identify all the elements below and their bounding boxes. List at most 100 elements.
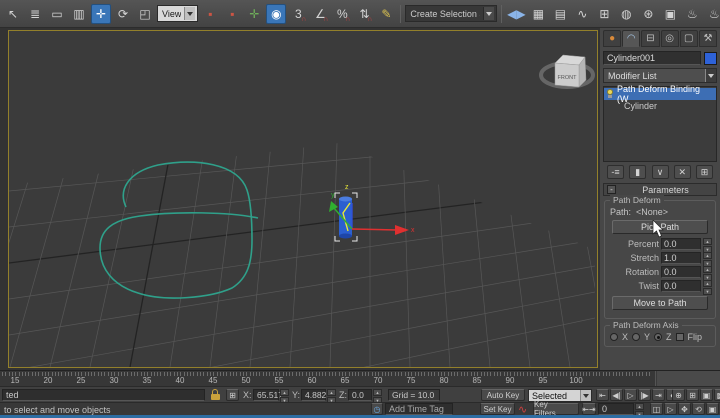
material-editor-button[interactable]: ◍ xyxy=(616,4,636,24)
dropdown-arrow-icon[interactable] xyxy=(705,69,716,82)
perspective-viewport[interactable]: z y x FRONT xyxy=(8,30,598,368)
dropdown-arrow-icon[interactable] xyxy=(184,7,196,20)
configure-modifier-sets-button[interactable]: ⊞ xyxy=(696,165,713,179)
make-unique-button[interactable]: ∨ xyxy=(651,165,669,179)
pin-stack-button[interactable]: -≡ xyxy=(607,165,624,179)
key-step-icon[interactable]: ⇤⇥ xyxy=(582,403,596,415)
render-iterative-button[interactable]: ♨ xyxy=(704,4,720,24)
rendered-frame-window-button[interactable]: ▣ xyxy=(660,4,680,24)
zoom-extents-button[interactable]: ▣ xyxy=(700,389,713,401)
select-and-move-button[interactable]: ✛ xyxy=(91,3,111,24)
schematic-view-button[interactable]: ⊞ xyxy=(594,4,614,24)
pick-path-button[interactable]: Pick Path xyxy=(612,220,708,234)
window-crossing-toggle-button[interactable]: ▥ xyxy=(69,4,89,24)
dropdown-arrow-icon[interactable] xyxy=(580,390,591,401)
render-production-button[interactable]: ♨ xyxy=(682,4,702,24)
orbit-button[interactable]: ⟲ xyxy=(692,403,705,415)
visibility-bulb-icon[interactable] xyxy=(606,89,614,99)
use-pivot-point-center-button[interactable]: ▪ xyxy=(200,4,220,24)
tab-create-button[interactable]: ● xyxy=(603,30,622,47)
tab-motion-button[interactable]: ◎ xyxy=(660,30,679,47)
coord-z-field[interactable]: 0.0 xyxy=(348,389,372,401)
object-name-field[interactable]: Cylinder001 xyxy=(603,51,701,65)
coord-x-spinner[interactable]: ▲ ▼ xyxy=(280,389,289,404)
snap-3d-button[interactable]: 3 ∩ xyxy=(288,4,308,24)
flip-checkbox[interactable] xyxy=(675,333,684,341)
coord-z-spinner[interactable]: ▲ ▼ xyxy=(373,389,382,404)
selection-region-button[interactable]: ▭ xyxy=(47,4,67,24)
twist-field[interactable]: 0.0 xyxy=(661,280,701,292)
add-time-tag-field[interactable]: Add Time Tag xyxy=(385,403,453,415)
tab-hierarchy-button[interactable]: ⊟ xyxy=(641,30,660,47)
current-frame-field[interactable]: 0 xyxy=(598,403,634,415)
angle-snap-toggle-button[interactable]: ∠ ∩ xyxy=(310,4,330,24)
key-filters-button[interactable]: Key Filters... xyxy=(533,400,579,418)
tab-display-button[interactable]: ▢ xyxy=(679,30,698,47)
dropdown-arrow-icon[interactable] xyxy=(483,7,495,20)
mirror-button[interactable]: ◀▶ xyxy=(506,4,526,24)
frame-spinner[interactable]: ▲▼ xyxy=(635,403,644,418)
axis-x-radio[interactable] xyxy=(610,333,618,341)
viewport-canvas[interactable]: z y x FRONT xyxy=(9,31,597,367)
field-of-view-button[interactable]: ▷ xyxy=(664,403,677,415)
modifier-list-dropdown[interactable]: Modifier List xyxy=(603,68,717,83)
absolute-offset-toggle[interactable]: ⊞ xyxy=(226,389,239,401)
stretch-spin-buttons[interactable]: ▲ ▼ xyxy=(703,252,712,267)
timeline-ruler[interactable]: 15 20 25 30 35 40 45 50 55 60 65 70 75 80 85 90 95 100 xyxy=(0,371,656,387)
path-spline[interactable] xyxy=(99,161,259,299)
pan-view-button[interactable]: ✥ xyxy=(678,403,691,415)
zoom-all-button[interactable]: ⊞ xyxy=(686,389,699,401)
go-to-start-button[interactable]: ⇤ xyxy=(596,389,609,401)
percent-field[interactable]: 0.0 xyxy=(661,238,701,250)
snaps-toggle-3d-button[interactable]: ◉ xyxy=(266,3,287,24)
show-end-result-button[interactable]: ▮ xyxy=(629,165,647,179)
selection-lock-icon[interactable] xyxy=(211,389,221,401)
select-and-manipulate-button[interactable]: ✛ xyxy=(244,4,264,24)
auto-key-button[interactable]: Auto Key xyxy=(481,389,525,401)
next-frame-button[interactable]: |▶ xyxy=(638,389,651,401)
coord-y-field[interactable]: 4.882 xyxy=(301,389,326,401)
named-selection-set-dropdown[interactable]: Create Selection Se xyxy=(405,5,498,22)
twist-spin-buttons[interactable]: ▲ ▼ xyxy=(703,280,712,295)
viewcube[interactable]: FRONT xyxy=(539,54,595,89)
main-area: z y x FRONT ● ◠ ⊟ ◎ ▢ ⚒ Cylinder001 Modifier xyxy=(0,28,720,370)
coord-x-field[interactable]: 65.517 xyxy=(253,389,283,401)
edit-named-selection-sets-button[interactable]: ✎ xyxy=(376,4,396,24)
select-by-name-button[interactable]: ≣ xyxy=(25,4,45,24)
percent-spin-buttons[interactable]: ▲ ▼ xyxy=(703,238,712,253)
axis-y-radio[interactable] xyxy=(632,333,641,341)
move-to-path-button[interactable]: Move to Path xyxy=(612,296,708,310)
coord-y-spinner[interactable]: ▲ ▼ xyxy=(327,389,336,404)
previous-frame-button[interactable]: ◀| xyxy=(610,389,623,401)
zoom-extents-all-button[interactable]: ▩ xyxy=(714,389,720,401)
collapse-icon[interactable]: - xyxy=(607,185,616,194)
remove-modifier-button[interactable]: ✕ xyxy=(673,165,691,179)
stretch-field[interactable]: 1.0 xyxy=(661,252,701,264)
spinner-snap-toggle-button[interactable]: ⇅ ∩ xyxy=(354,4,374,24)
tab-modify-button[interactable]: ◠ xyxy=(622,30,641,47)
render-setup-button[interactable]: ⊛ xyxy=(638,4,658,24)
use-selection-center-button[interactable]: ▪ xyxy=(222,4,242,24)
select-object-button[interactable]: ↖ xyxy=(3,4,23,24)
zoom-button[interactable]: ⊕ xyxy=(672,389,685,401)
cylinder-object[interactable] xyxy=(339,196,352,239)
time-tag-icon[interactable]: ◷ xyxy=(371,403,383,415)
play-animation-button[interactable]: ▷ xyxy=(624,389,637,401)
percent-snap-toggle-button[interactable]: % ∩ xyxy=(332,4,352,24)
zoom-region-button[interactable]: ◫ xyxy=(650,403,663,415)
modifier-stack-row-path-deform[interactable]: Path Deform Binding (W xyxy=(604,84,716,104)
tab-utilities-button[interactable]: ⚒ xyxy=(698,30,718,47)
select-and-rotate-button[interactable]: ⟳ xyxy=(113,4,133,24)
rotation-field[interactable]: 0.0 xyxy=(661,266,701,278)
select-and-uniform-scale-button[interactable]: ◰ xyxy=(135,4,155,24)
layer-manager-button[interactable]: ▤ xyxy=(550,4,570,24)
object-color-swatch[interactable] xyxy=(704,51,717,65)
align-button[interactable]: ▦ xyxy=(528,4,548,24)
reference-coordinate-dropdown[interactable]: View xyxy=(157,5,199,22)
maximize-viewport-toggle-button[interactable]: ▣ xyxy=(706,403,719,415)
axis-z-radio[interactable] xyxy=(654,333,663,341)
go-to-end-button[interactable]: ⇥ xyxy=(652,389,665,401)
set-key-button[interactable]: Set Key xyxy=(480,403,515,415)
graph-editors-button[interactable]: ∿ xyxy=(572,4,592,24)
rotation-spin-buttons[interactable]: ▲ ▼ xyxy=(703,266,712,281)
